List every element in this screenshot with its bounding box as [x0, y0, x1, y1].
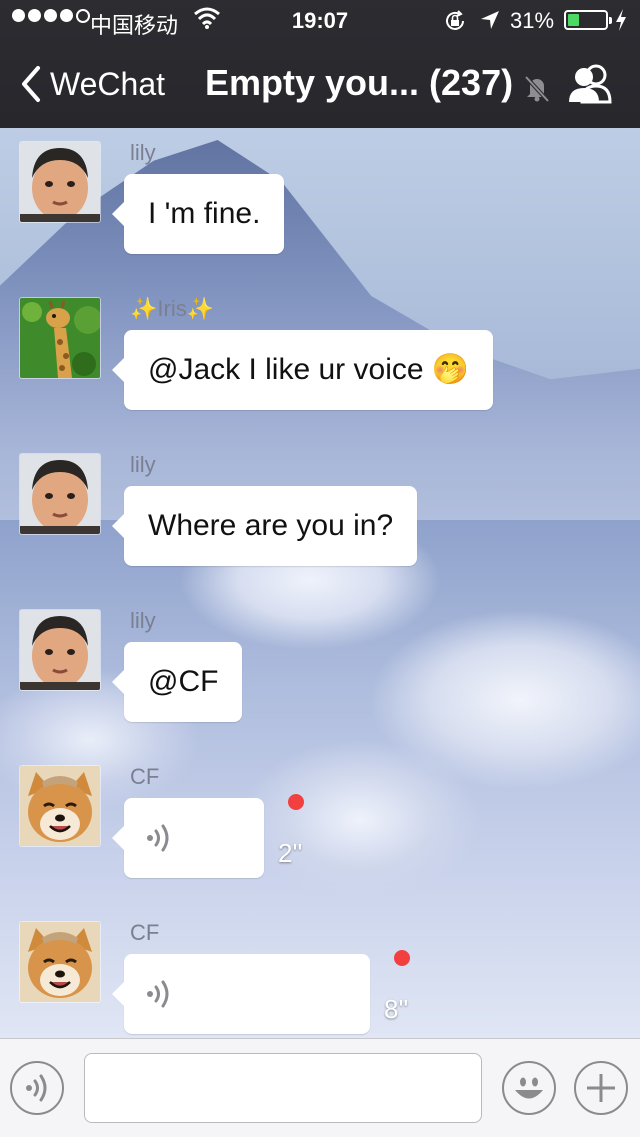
rotation-lock-icon: [446, 10, 464, 30]
message-input[interactable]: [84, 1053, 482, 1123]
shiba-dog-avatar-icon: [20, 766, 100, 846]
voice-duration: 8'': [384, 994, 409, 1024]
sender-name: CF: [130, 764, 160, 789]
voice-message-bubble[interactable]: [112, 798, 264, 878]
sender-name: lily: [130, 452, 156, 477]
sender-name: lily: [130, 140, 156, 165]
boy-avatar-icon: [20, 454, 100, 534]
message-list[interactable]: lily I 'm fine. ✨Iris✨ @Jack I like ur v…: [0, 128, 640, 1038]
message-text: @CF: [148, 665, 219, 698]
message-text: I 'm fine.: [148, 197, 261, 230]
sender-avatar-boy[interactable]: [20, 610, 100, 690]
back-label: WeChat: [50, 65, 166, 102]
sender-avatar-giraffe[interactable]: [20, 298, 100, 378]
sender-avatar-dog[interactable]: [20, 922, 100, 1002]
nav-bar: WeChat Empty you... (237): [0, 40, 640, 128]
location-arrow-icon: [481, 11, 499, 29]
message-bubble[interactable]: @Jack I like ur voice 🤭: [111, 330, 494, 410]
giraffe-avatar-icon: [20, 298, 100, 378]
voice-duration: 2'': [278, 838, 303, 868]
sender-name: lily: [130, 608, 156, 633]
emoji-icon: [515, 1077, 543, 1099]
boy-avatar-icon: [20, 610, 100, 690]
battery-fill: [568, 14, 579, 26]
sender-name: CF: [130, 920, 160, 945]
boy-avatar-icon: [20, 142, 100, 222]
message-bubble[interactable]: Where are you in?: [111, 486, 418, 566]
status-bar: 中国移动 19:07 31%: [0, 0, 640, 40]
plus-icon: [587, 1074, 615, 1102]
chevron-left-icon: [22, 66, 40, 102]
message-text: Where are you in?: [148, 509, 394, 542]
mute-bell-icon: [524, 75, 550, 102]
voice-wave-icon: [147, 824, 169, 852]
shiba-dog-avatar-icon: [20, 922, 100, 1002]
more-button[interactable]: [574, 1061, 628, 1115]
message-bubble[interactable]: @CF: [111, 642, 243, 722]
back-button[interactable]: WeChat: [18, 62, 165, 106]
sender-avatar-dog[interactable]: [20, 766, 100, 846]
top-bar: 中国移动 19:07 31% WeChat Empty you... (237): [0, 0, 640, 128]
unread-indicator: [394, 950, 410, 966]
emoji-button[interactable]: [502, 1061, 556, 1115]
message-text: @Jack I like ur voice 🤭: [148, 353, 470, 386]
input-bar: [0, 1038, 640, 1137]
group-members-icon[interactable]: [566, 62, 614, 106]
message-bubble[interactable]: I 'm fine.: [111, 174, 285, 254]
battery-icon: [564, 10, 612, 30]
sender-avatar-boy[interactable]: [20, 454, 100, 534]
unread-indicator: [288, 794, 304, 810]
voice-wave-icon: [147, 980, 169, 1008]
sender-avatar-boy[interactable]: [20, 142, 100, 222]
voice-mode-icon: [26, 1074, 47, 1102]
chat-title: Empty you... (237): [205, 62, 514, 103]
charging-bolt-icon: [616, 9, 626, 31]
voice-mode-button[interactable]: [10, 1061, 64, 1115]
sender-name: ✨Iris✨: [130, 296, 215, 321]
voice-message-bubble[interactable]: [112, 954, 370, 1034]
battery-percent: 31%: [510, 8, 555, 33]
